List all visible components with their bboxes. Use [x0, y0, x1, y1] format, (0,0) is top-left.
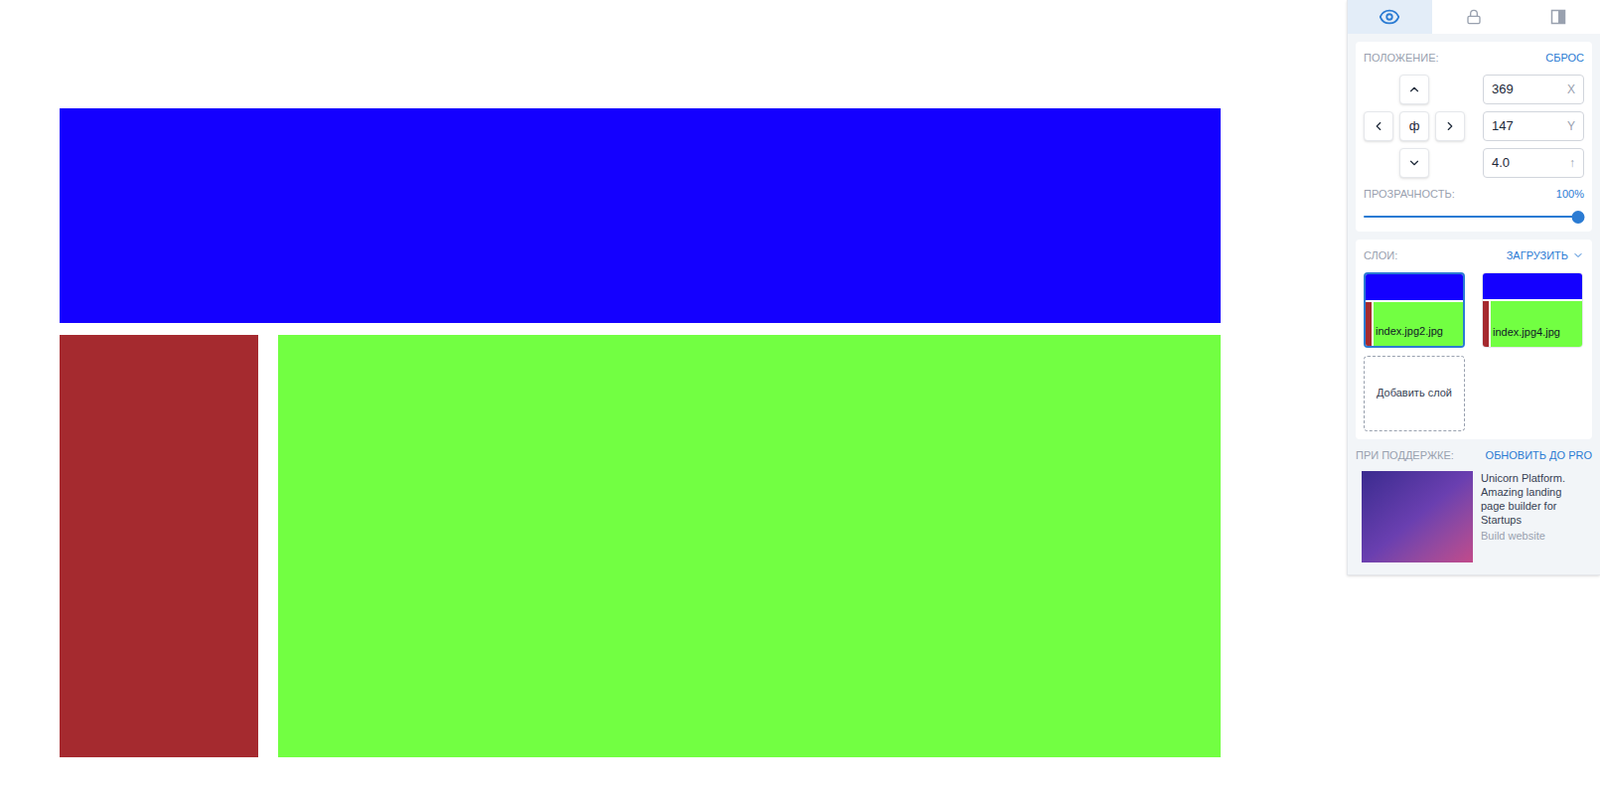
layers-section: СЛОИ: ЗАГРУЗИТЬ index.jpg2.jpg index.jpg4.j…: [1355, 239, 1593, 439]
position-input[interactable]: 4.0↑: [1482, 147, 1585, 178]
screen: ПОЛОЖЕНИЕ: СБРОС ф 369X 147Y 4.0↑ ПРОЗРАЧНОСТЬ…: [0, 0, 1600, 800]
panel-tab[interactable]: [1347, 0, 1433, 34]
sidebar-block: [59, 334, 259, 757]
ad-link[interactable]: Build website: [1480, 528, 1587, 543]
opacity-slider[interactable]: [1363, 209, 1579, 224]
support-section: ПРИ ПОДДЕРЖКЕ: ОБНОВИТЬ ДО PRO Unicorn Pla…: [1347, 446, 1600, 564]
add-layer-button[interactable]: Добавить слой: [1363, 355, 1465, 432]
content-block: [278, 334, 1221, 757]
left-icon: [1371, 119, 1386, 134]
panel-tab[interactable]: [1515, 0, 1600, 34]
layer-name: index.jpg2.jpg: [1375, 322, 1444, 340]
layer-name: index.jpg4.jpg: [1492, 323, 1561, 341]
layers-label: СЛОИ:: [1363, 247, 1398, 265]
position-label: ПОЛОЖЕНИЕ:: [1363, 49, 1440, 67]
up-icon: [1407, 82, 1422, 97]
overlay-panel: ПОЛОЖЕНИЕ: СБРОС ф 369X 147Y 4.0↑ ПРОЗРАЧНОСТЬ…: [1346, 0, 1600, 576]
opacity-label: ПРОЗРАЧНОСТЬ:: [1363, 185, 1455, 203]
header-block: [59, 108, 1221, 323]
page-layout: [0, 0, 1221, 757]
down-icon: [1407, 155, 1422, 170]
chevron-icon: [1572, 249, 1585, 262]
right-button[interactable]: [1435, 111, 1465, 142]
down-button[interactable]: [1399, 147, 1430, 178]
position-input[interactable]: 369X: [1482, 74, 1585, 105]
right-icon: [1443, 119, 1457, 134]
slider-thumb[interactable]: [1572, 210, 1586, 224]
ad-card[interactable]: Unicorn Platform. Amazing landing page b…: [1355, 470, 1593, 563]
left-button[interactable]: [1363, 111, 1394, 142]
position-input[interactable]: 147Y: [1482, 111, 1585, 142]
ad-image: [1361, 470, 1473, 563]
support-label: ПРИ ПОДДЕРЖКЕ:: [1355, 446, 1455, 464]
opacity-reading: 100%: [1556, 185, 1585, 203]
position-section: ПОЛОЖЕНИЕ: СБРОС ф 369X 147Y 4.0↑ ПРОЗРАЧНОСТЬ…: [1355, 41, 1593, 232]
panel-tabs: [1347, 0, 1600, 34]
reset-link[interactable]: СБРОС: [1545, 49, 1585, 67]
center-button[interactable]: ф: [1399, 111, 1430, 142]
invert-icon: [1550, 8, 1567, 25]
upload-button[interactable]: ЗАГРУЗИТЬ: [1506, 247, 1585, 265]
lock-icon: [1465, 8, 1482, 25]
eye-icon: [1378, 5, 1401, 28]
upgrade-link[interactable]: ОБНОВИТЬ ДО PRO: [1485, 446, 1593, 464]
ad-text: Unicorn Platform. Amazing landing page b…: [1480, 470, 1587, 527]
layer-thumbnail[interactable]: index.jpg2.jpg: [1363, 272, 1465, 348]
panel-tab[interactable]: [1432, 0, 1517, 34]
up-button[interactable]: [1399, 74, 1430, 105]
layer-thumbnail[interactable]: index.jpg4.jpg: [1481, 272, 1584, 348]
